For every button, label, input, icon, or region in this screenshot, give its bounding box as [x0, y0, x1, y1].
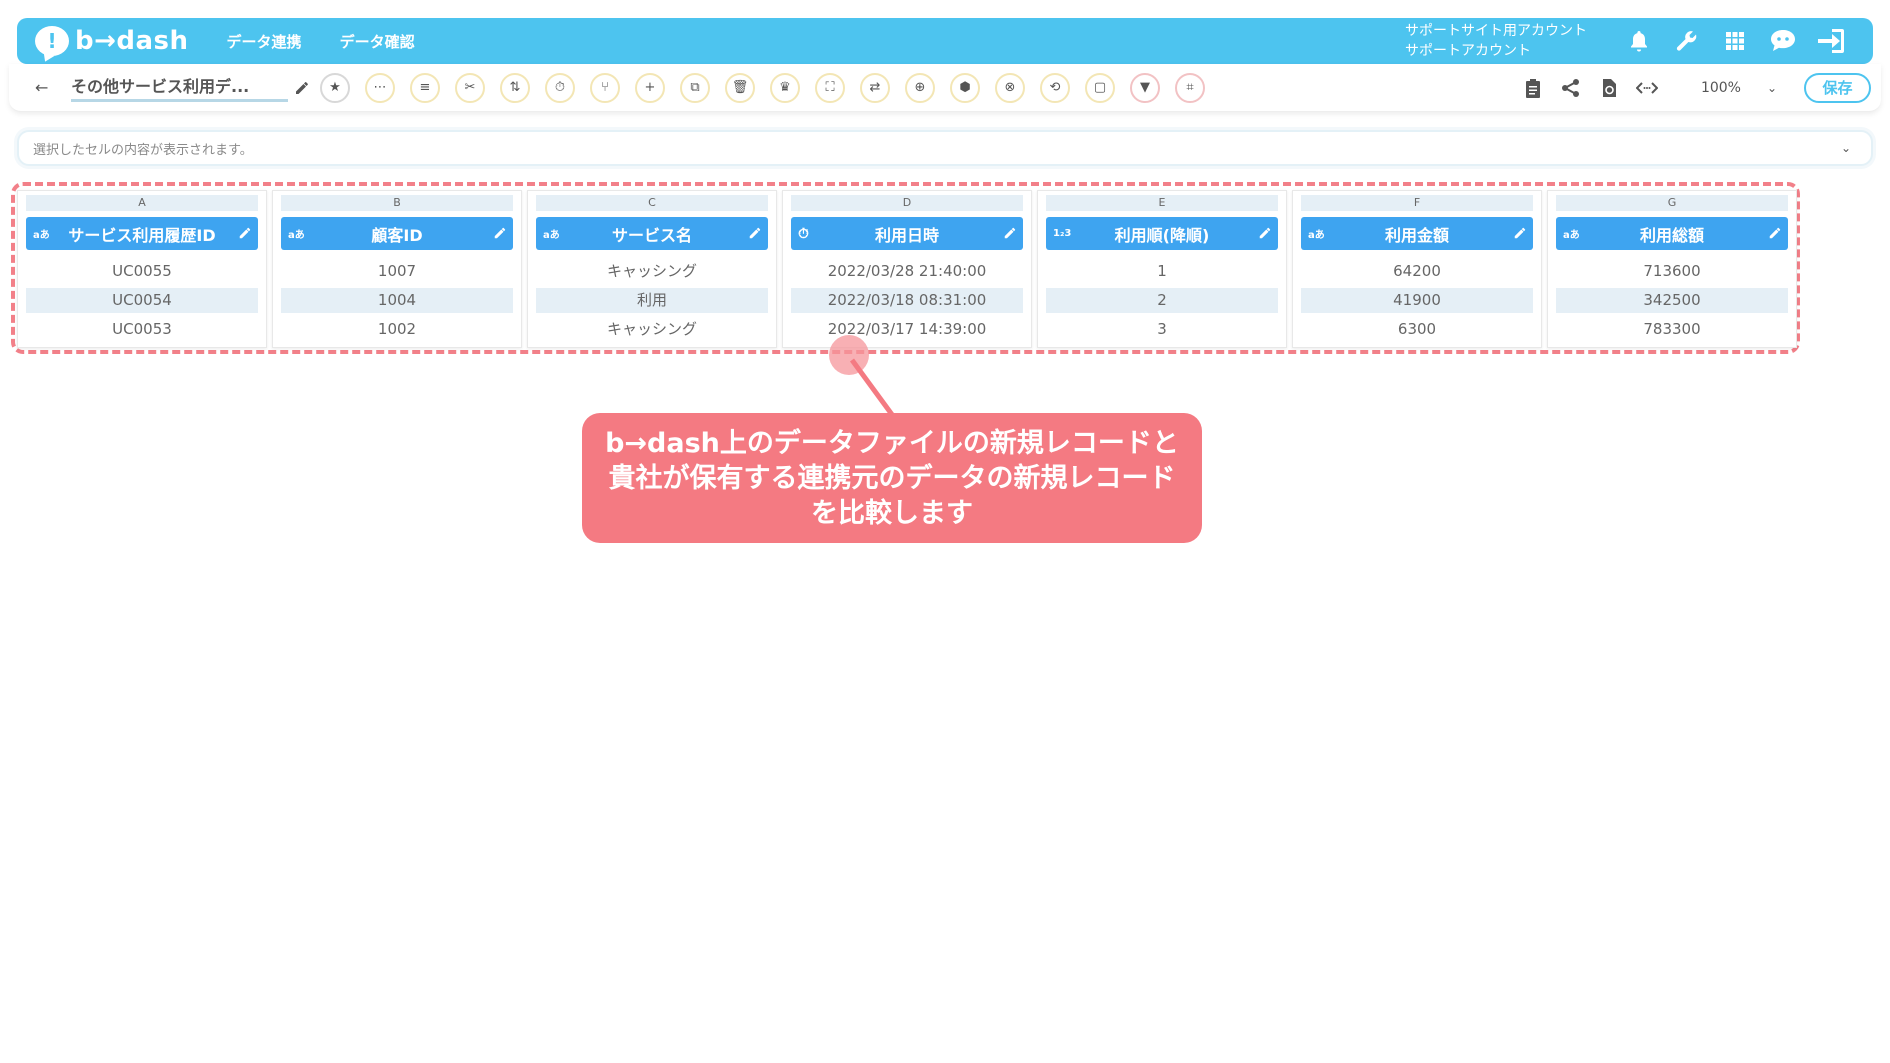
callout-line-2: 貴社が保有する連携元のデータの新規レコード — [608, 462, 1176, 494]
callout-box: b→dash上のデータファイルの新規レコードと 貴社が保有する連携元のデータの新… — [582, 413, 1202, 543]
callout-line-3: を比較します — [811, 497, 973, 529]
callout-line-1: b→dash上のデータファイルの新規レコードと — [605, 427, 1179, 459]
